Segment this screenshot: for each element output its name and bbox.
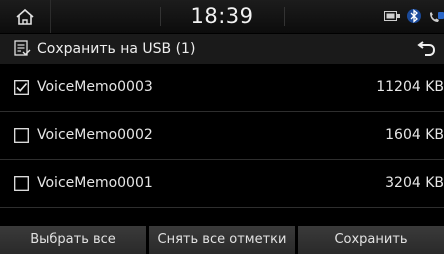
save-list-icon — [14, 40, 31, 56]
title-bar: Сохранить на USB (1) — [0, 34, 444, 64]
file-size: 3204 KB — [385, 175, 444, 191]
file-name: VoiceMemo0001 — [37, 175, 153, 191]
select-all-button[interactable]: Выбрать все — [0, 226, 146, 254]
file-name: VoiceMemo0003 — [37, 79, 153, 95]
list-item[interactable]: VoiceMemo0001 3204 KB — [0, 160, 444, 208]
back-icon — [417, 41, 436, 56]
usb-icon — [384, 11, 400, 21]
file-name: VoiceMemo0002 — [37, 127, 153, 143]
save-button[interactable]: Сохранить — [298, 226, 444, 254]
home-icon — [16, 8, 34, 25]
status-bar: 18:39 — [0, 0, 444, 33]
bluetooth-icon — [407, 9, 421, 23]
home-button[interactable] — [0, 0, 51, 33]
page-title: Сохранить на USB (1) — [37, 41, 196, 57]
action-bar: Выбрать все Снять все отметки Сохранить — [0, 226, 444, 254]
deselect-all-button[interactable]: Снять все отметки — [149, 226, 295, 254]
phone-signal-icon — [430, 12, 444, 22]
file-size: 11204 KB — [376, 79, 444, 95]
checkbox-checked-icon[interactable] — [14, 80, 29, 95]
list-item[interactable]: VoiceMemo0003 11204 KB — [0, 64, 444, 112]
clock: 18:39 — [190, 4, 254, 28]
checkbox-icon[interactable] — [14, 128, 29, 143]
status-icons — [378, 0, 444, 33]
back-button[interactable] — [408, 34, 444, 64]
list-item[interactable]: VoiceMemo0002 1604 KB — [0, 112, 444, 160]
file-size: 1604 KB — [385, 127, 444, 143]
checkbox-icon[interactable] — [14, 176, 29, 191]
status-divider — [284, 7, 285, 26]
